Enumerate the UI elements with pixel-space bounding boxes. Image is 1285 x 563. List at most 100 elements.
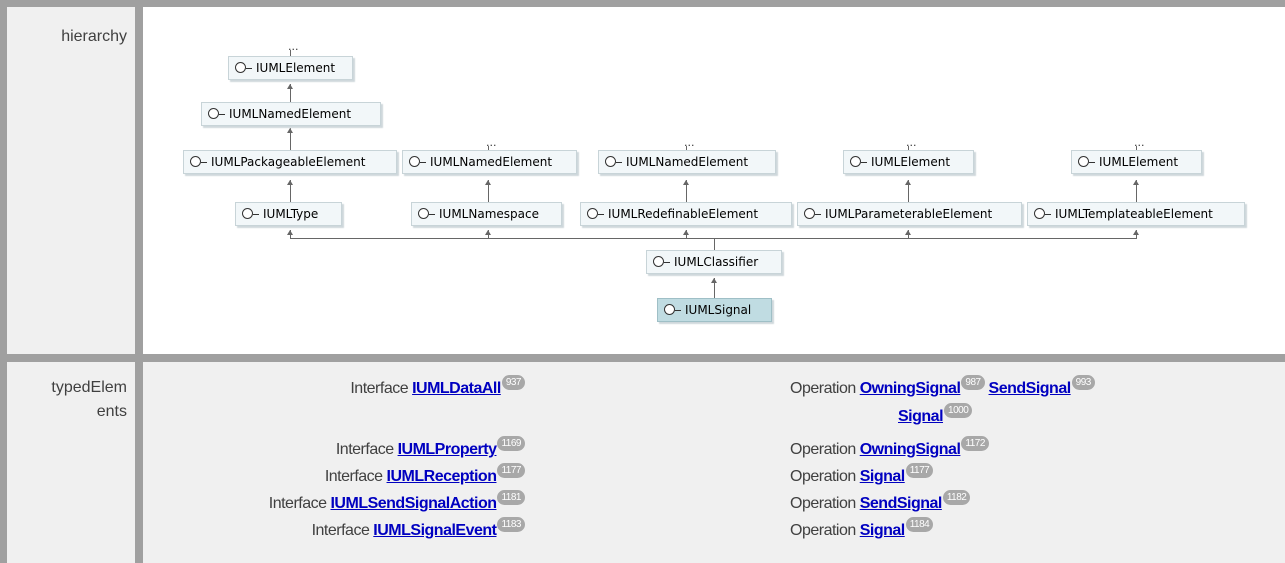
hierarchy-node[interactable]: IUMLRedefinableElement <box>580 202 792 226</box>
hierarchy-node[interactable]: IUMLElement <box>843 150 974 174</box>
interface-icon <box>208 108 219 119</box>
count-badge: 1000 <box>944 403 973 418</box>
node-label: IUMLNamedElement <box>430 155 553 169</box>
interface-icon <box>1078 156 1089 167</box>
element-kind: Interface <box>268 495 327 512</box>
element-link[interactable]: OwningSignal <box>860 380 961 397</box>
hierarchy-node-current[interactable]: IUMLSignal <box>657 298 772 322</box>
arrow-head-icon <box>683 230 689 235</box>
count-badge: 1172 <box>961 436 989 451</box>
arrow-head-icon <box>287 180 293 185</box>
element-link[interactable]: IUMLProperty <box>398 441 497 458</box>
node-label: IUMLNamespace <box>439 207 539 221</box>
node-label: IUMLParameterableElement <box>825 207 993 221</box>
arrow-head-icon <box>905 230 911 235</box>
interface-icon <box>235 62 246 73</box>
hierarchy-node[interactable]: IUMLNamedElement <box>402 150 577 174</box>
node-label: IUMLSignal <box>685 303 752 317</box>
typed-element-row: Interface IUMLSendSignalAction 1181 <box>269 490 525 513</box>
element-link[interactable]: IUMLDataAll <box>412 380 501 397</box>
count-badge: 1182 <box>942 490 971 505</box>
node-label: IUMLType <box>263 207 319 221</box>
element-kind: Interface <box>335 441 394 458</box>
element-kind: Operation <box>790 441 856 458</box>
interface-icon <box>850 156 861 167</box>
count-badge: 937 <box>501 375 525 390</box>
arrow-head-icon <box>683 180 689 185</box>
typed-element-row: Signal 1000 <box>898 403 973 426</box>
count-badge: 1177 <box>497 463 525 478</box>
count-badge: 1183 <box>497 517 525 532</box>
hierarchy-node[interactable]: IUMLElement <box>228 56 353 80</box>
hierarchy-node[interactable]: IUMLNamedElement <box>598 150 776 174</box>
typed-elements-label-cell: typedElem ents <box>7 362 135 563</box>
interface-icon <box>418 208 429 219</box>
arrow-head-icon <box>1133 180 1139 185</box>
element-kind: Interface <box>311 522 370 539</box>
element-kind: Operation <box>790 495 856 512</box>
count-badge: 1181 <box>497 490 525 505</box>
interface-icon <box>409 156 420 167</box>
element-link[interactable]: SendSignal <box>860 495 943 512</box>
interface-icon <box>664 304 675 315</box>
arrow-head-icon <box>905 180 911 185</box>
element-link[interactable]: SendSignal <box>989 380 1072 397</box>
typed-element-row: Operation OwningSignal 1172 <box>790 436 989 459</box>
arrow-head-icon <box>485 180 491 185</box>
node-label: IUMLElement <box>1099 155 1179 169</box>
element-kind: Operation <box>790 380 856 397</box>
element-kind: Operation <box>790 522 856 539</box>
hierarchy-node[interactable]: IUMLTemplateableElement <box>1027 202 1245 226</box>
element-link[interactable]: Signal <box>898 408 944 425</box>
typed-element-row: Interface IUMLSignalEvent 1183 <box>312 517 525 540</box>
interface-icon <box>242 208 253 219</box>
element-link[interactable]: Signal <box>860 468 906 485</box>
interface-icon <box>190 156 201 167</box>
element-link[interactable]: OwningSignal <box>860 441 961 458</box>
typed-element-row: Interface IUMLDataAll 937 <box>350 375 525 398</box>
count-badge: 1184 <box>905 517 934 532</box>
arrow-head-icon <box>287 128 293 133</box>
interface-icon <box>1034 208 1045 219</box>
arrow-head-icon <box>287 230 293 235</box>
interface-icon <box>587 208 598 219</box>
element-kind: Operation <box>790 468 856 485</box>
element-link[interactable]: IUMLReception <box>387 468 497 485</box>
interface-icon <box>653 256 664 267</box>
hierarchy-node[interactable]: IUMLElement <box>1071 150 1202 174</box>
hierarchy-node[interactable]: IUMLParameterableElement <box>797 202 1022 226</box>
hierarchy-node[interactable]: IUMLPackageableElement <box>183 150 397 174</box>
node-label: IUMLPackageableElement <box>211 155 366 169</box>
hierarchy-node[interactable]: IUMLNamedElement <box>201 102 381 126</box>
element-kind: Interface <box>350 380 409 397</box>
node-label: IUMLTemplateableElement <box>1055 207 1213 221</box>
typed-element-row: Operation Signal 1177 <box>790 463 934 486</box>
interface-icon <box>804 208 815 219</box>
element-link[interactable]: IUMLSendSignalAction <box>330 495 497 512</box>
interface-icon <box>605 156 616 167</box>
hierarchy-label-cell: hierarchy <box>7 7 135 354</box>
hierarchy-node[interactable]: IUMLType <box>235 202 342 226</box>
node-label: IUMLElement <box>871 155 951 169</box>
typed-element-row: Operation SendSignal 1182 <box>790 490 971 513</box>
element-link[interactable]: IUMLSignalEvent <box>373 522 497 539</box>
node-label: IUMLRedefinableElement <box>608 207 759 221</box>
connector-line <box>714 238 715 250</box>
arrow-head-icon <box>287 84 293 89</box>
count-badge: 993 <box>1071 375 1095 390</box>
hierarchy-node[interactable]: IUMLNamespace <box>411 202 562 226</box>
node-label: IUMLClassifier <box>674 255 759 269</box>
hierarchy-label: hierarchy <box>61 28 127 45</box>
node-label: IUMLNamedElement <box>229 107 352 121</box>
typed-elements-label: typedElem ents <box>51 379 127 420</box>
arrow-head-icon <box>1133 230 1139 235</box>
count-badge: 987 <box>961 375 985 390</box>
element-link[interactable]: Signal <box>860 522 906 539</box>
hierarchy-node[interactable]: IUMLClassifier <box>646 250 782 274</box>
typed-element-row: Interface IUMLProperty 1169 <box>336 436 525 459</box>
typed-element-row: Interface IUMLReception 1177 <box>325 463 525 486</box>
arrow-head-icon <box>711 278 717 283</box>
element-kind: Interface <box>324 468 383 485</box>
typed-element-row: Operation OwningSignal 987 SendSignal 993 <box>790 375 1095 398</box>
table-frame: hierarchy typedElem ents <box>0 0 1285 563</box>
